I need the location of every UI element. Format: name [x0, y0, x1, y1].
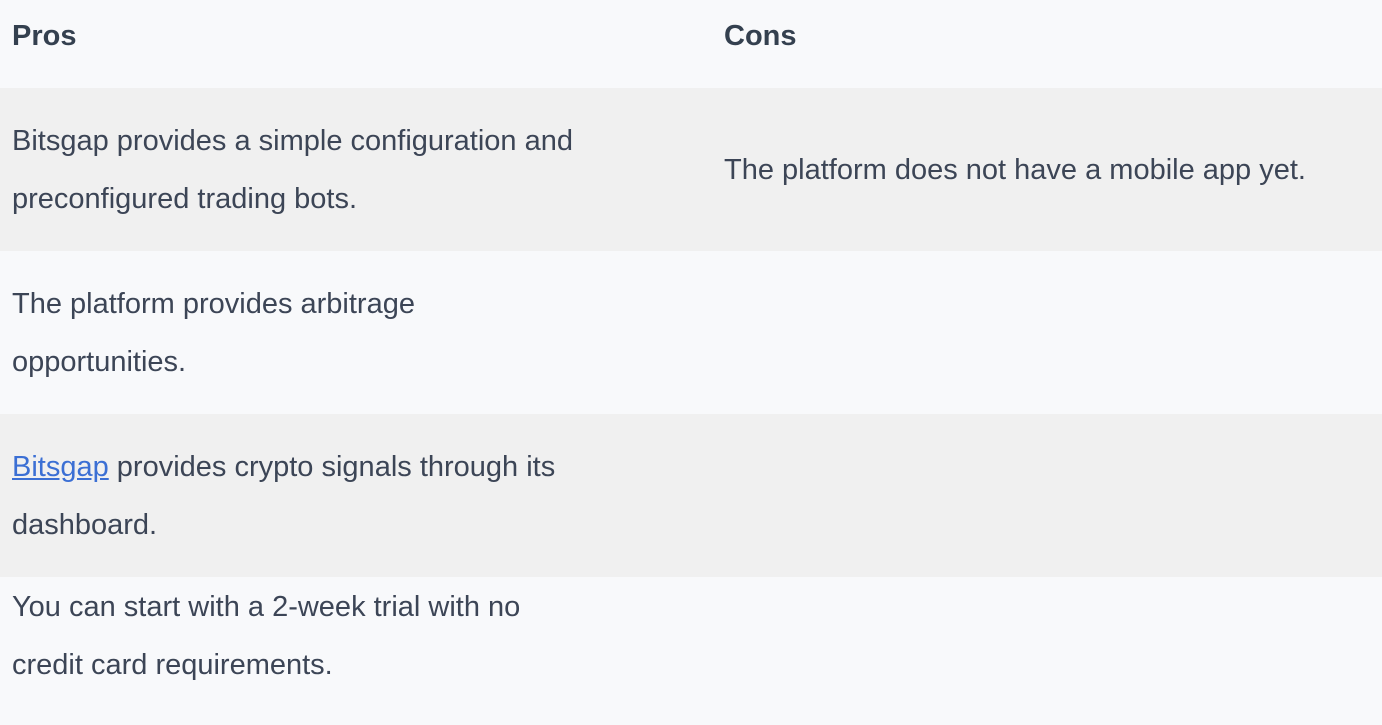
pros-cell: The platform provides arbitrage opportun…	[0, 251, 712, 414]
pros-cell: Bitsgap provides crypto signals through …	[0, 414, 712, 577]
pros-text: Bitsgap provides crypto signals through …	[12, 438, 632, 554]
bitsgap-link[interactable]: Bitsgap	[12, 451, 109, 483]
pros-cell: Bitsgap provides a simple configuration …	[0, 88, 712, 251]
pros-cons-table: Pros Cons Bitsgap provides a simple conf…	[0, 0, 1382, 725]
cons-header: Cons	[712, 0, 1382, 88]
pros-text: Bitsgap provides a simple configuration …	[12, 124, 573, 215]
pros-text: The platform provides arbitrage opportun…	[12, 287, 415, 378]
pros-header: Pros	[0, 0, 712, 88]
cons-cell	[712, 577, 1382, 725]
cons-text: The platform does not have a mobile app …	[724, 153, 1306, 186]
cons-cell	[712, 414, 1382, 577]
pros-text: You can start with a 2-week trial with n…	[12, 591, 521, 681]
pros-cell: You can start with a 2-week trial with n…	[0, 577, 712, 725]
cons-cell: The platform does not have a mobile app …	[712, 88, 1382, 251]
cons-cell	[712, 251, 1382, 414]
